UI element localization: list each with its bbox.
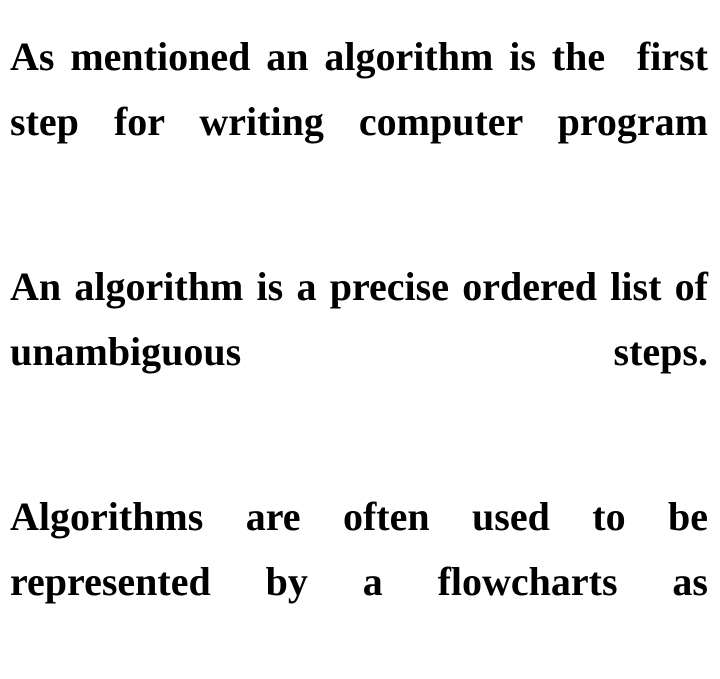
slide-body-text: As mentioned an algorithm is the first s… <box>10 24 708 679</box>
paragraph-1: As mentioned an algorithm is the first s… <box>10 34 718 144</box>
paragraph-3: Algorithms are often used to be represen… <box>10 494 718 604</box>
paragraph-2: An algorithm is a precise ordered list o… <box>10 264 718 374</box>
slide-canvas: As mentioned an algorithm is the first s… <box>0 0 720 604</box>
